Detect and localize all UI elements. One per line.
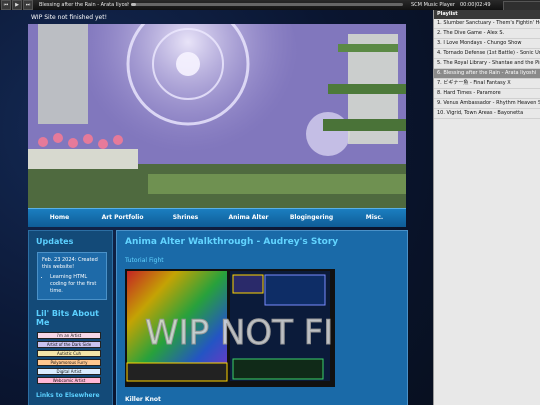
progress-bar[interactable] [131, 3, 403, 6]
player-time: 00:00|02:49 [460, 2, 491, 8]
game-screenshot: WIP NOT FIN [125, 269, 335, 387]
updates-heading: Updates [36, 237, 74, 246]
playlist-item[interactable]: 6. Blessing after the Rain - Arata Iiyos… [434, 69, 540, 79]
banner-image [28, 24, 406, 208]
playlist-item[interactable]: 1. Slumber Sanctuary - Them's Fightin' H… [434, 19, 540, 29]
now-playing-track: Blessing after the Rain - Arata Iiyoshi [39, 2, 129, 8]
playlist-title: Playlist [434, 10, 540, 19]
player-name: SCM Music Player [411, 2, 455, 8]
main-content: Anima Alter Walkthrough - Audrey's Story… [116, 230, 408, 405]
nav-blogingering[interactable]: Blogingering [280, 209, 343, 227]
playlist-item[interactable]: 10. Vigrid, Town Areas - Bayonetta [434, 109, 540, 119]
playlist-item[interactable]: 2. The Dive Game - Alex S. [434, 29, 540, 39]
sidebar: Updates Feb. 23 2024: Created this websi… [28, 230, 113, 405]
stamp: Webcomic Artist [37, 377, 101, 384]
website-area: WIP Site not finished yet! Home Art Port… [0, 10, 433, 405]
nav-shrines[interactable]: Shrines [154, 209, 217, 227]
play-icon[interactable]: ▶ [12, 0, 22, 10]
screenshot-caption: Killer Knot [125, 396, 161, 403]
stamp: Autistic Cuh [37, 350, 101, 357]
nav-misc[interactable]: Misc. [343, 209, 406, 227]
update-bullet: Learning HTML coding for the first time. [50, 274, 102, 295]
nav-art-portfolio[interactable]: Art Portfolio [91, 209, 154, 227]
progress-fill [131, 3, 137, 6]
stamp: i'm an Artist [37, 332, 101, 339]
playlist-item[interactable]: 8. Hard Times - Paramore [434, 89, 540, 99]
nav-home[interactable]: Home [28, 209, 91, 227]
wip-notice: WIP Site not finished yet! [31, 14, 107, 21]
playlist-panel: Playlist 1. Slumber Sanctuary - Them's F… [433, 10, 540, 405]
stamp: Polyamorous Furry [37, 359, 101, 366]
site-navbar: Home Art Portfolio Shrines Anima Alter B… [28, 208, 406, 227]
next-icon[interactable]: ⏭ [23, 0, 33, 10]
playlist-item[interactable]: 3. I Love Mondays - Chungo Show [434, 39, 540, 49]
previous-icon[interactable]: ⏮ [1, 0, 11, 10]
playlist-item[interactable]: 7. ビギナー魚 - Final Fantasy X [434, 79, 540, 89]
stamp: Artist of the Dark Side [37, 341, 101, 348]
section-subtitle: Tutorial Fight [125, 257, 164, 264]
wip-overlay-text: WIP NOT FIN [145, 313, 335, 353]
playlist-item[interactable]: 4. Tornado Defense (1st Battle) - Sonic … [434, 49, 540, 59]
stamp-list: i'm an Artist Artist of the Dark Side Au… [37, 332, 112, 384]
links-heading: Links to Elsewhere [36, 392, 100, 399]
about-heading: Lil' Bits About Me [36, 309, 99, 327]
page-title: Anima Alter Walkthrough - Audrey's Story [125, 237, 339, 247]
updates-box: Feb. 23 2024: Created this website! Lear… [37, 252, 107, 300]
stamp: Digital Artist [37, 368, 101, 375]
update-entry: Feb. 23 2024: Created this website! [42, 257, 98, 270]
nav-anima-alter[interactable]: Anima Alter [217, 209, 280, 227]
playlist-item[interactable]: 5. The Royal Library - Shantae and the P… [434, 59, 540, 69]
playlist-item[interactable]: 9. Venus Ambassador - Rhythm Heaven Scar… [434, 99, 540, 109]
